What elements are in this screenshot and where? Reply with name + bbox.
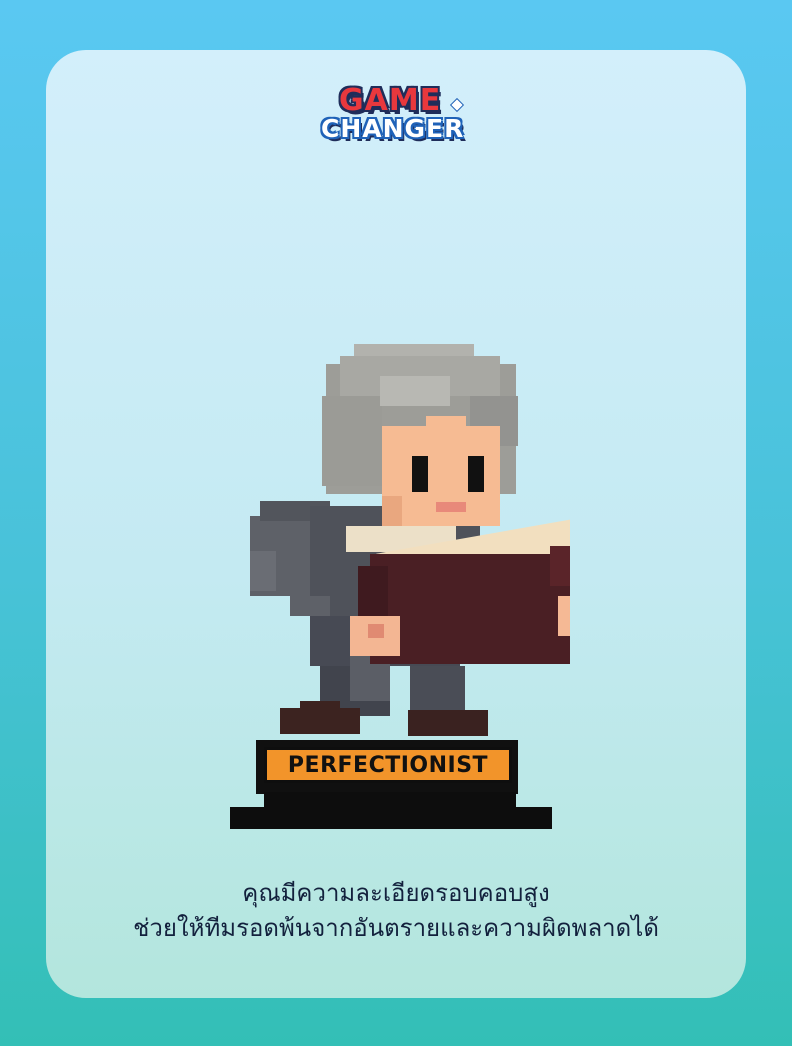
pedestal-base (230, 807, 552, 829)
description-line-1: คุณมีความละเอียดรอบคอบสูง (242, 879, 550, 907)
pedestal-middle (264, 792, 516, 808)
character-name: PERFECTIONIST (287, 752, 489, 778)
character-card: GAME CHANGER PERFECTIONIST คุณมีความละเอ… (46, 50, 746, 998)
left-eye (412, 456, 428, 492)
right-hand (558, 596, 570, 636)
pixel-character-illustration (250, 344, 570, 736)
logo-line-changer: CHANGER (321, 114, 465, 143)
description-line-2: ช่วยให้ทีมรอดพ้นจากอันตรายและความผิดพลาด… (133, 914, 659, 942)
character-nameplate: PERFECTIONIST (264, 747, 512, 783)
logo-spark-icon (449, 97, 465, 113)
game-changer-logo: GAME CHANGER (321, 82, 471, 158)
character-description: คุณมีความละเอียดรอบคอบสูง ช่วยให้ทีมรอดพ… (46, 876, 746, 946)
right-eye (468, 456, 484, 492)
mouth (436, 502, 466, 512)
right-shoe (408, 710, 488, 736)
logo-line-game: GAME (339, 83, 442, 118)
